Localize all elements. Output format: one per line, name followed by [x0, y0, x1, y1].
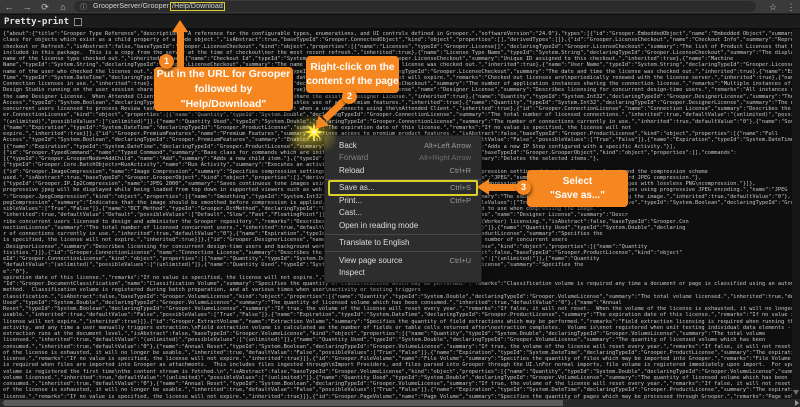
menu-item-label: Inspect: [339, 268, 365, 277]
url-text: GrooperServer/Grooper/Help/Download: [93, 3, 225, 10]
code-line: the same Designer License. When Attended…: [3, 94, 792, 100]
code-line: "(unlimited)","possibleValues":["(unlimi…: [3, 119, 792, 125]
menu-item-label: Translate to English: [339, 238, 409, 247]
code-line: license will not expire.","inherited":tr…: [3, 319, 792, 325]
step3-callout: Select "Save as...": [527, 170, 628, 207]
menu-item-back[interactable]: Back Alt+Left Arrow: [325, 139, 481, 152]
menu-item-label: View page source: [339, 256, 402, 265]
step3-number-badge: 3: [516, 180, 531, 195]
menu-item-forward[interactable]: Forward Alt+Right Arrow: [325, 152, 481, 165]
menu-item-shortcut: Ctrl+P: [450, 196, 471, 205]
save-as-highlight-box: [328, 180, 478, 196]
step1-callout: Put in the URL for Grooper followed by "…: [154, 67, 293, 111]
code-line: er.ConnectionLicense","kind":"object","p…: [3, 112, 792, 118]
code-line: consumed.","inherited":true,"defaultValu…: [3, 344, 792, 350]
menu-item-label: Print...: [339, 196, 362, 205]
code-line: classification.","isAbstract":false,"bas…: [3, 294, 792, 300]
menu-separator: [325, 251, 481, 252]
code-line: is required when files are imported into…: [3, 362, 792, 368]
code-line: volume is registered the first time\nthe…: [3, 369, 792, 375]
browser-toolbar: ← → ⟳ ⌂ ⓘ GrooperServer/Grooper/Help/Dow…: [0, 0, 800, 14]
menu-item-label: Forward: [339, 153, 368, 162]
menu-item-reload[interactable]: Reload Ctrl+R: [325, 164, 481, 177]
url-prefix: GrooperServer/Grooper: [93, 3, 169, 10]
menu-separator: [325, 234, 481, 235]
menu-item-label: Reload: [339, 166, 364, 175]
menu-item-shortcut: Ctrl+U: [450, 256, 471, 265]
step2-callout: Right-click on the content of the page: [306, 56, 399, 93]
step1-text-line2: followed by "Help/Download": [154, 82, 293, 112]
menu-item-inspect[interactable]: Inspect: [325, 267, 481, 280]
browser-window: ← → ⟳ ⌂ ⓘ GrooperServer/Grooper/Help/Dow…: [0, 0, 800, 407]
scroll-right-arrow-icon[interactable]: [795, 400, 799, 406]
horizontal-scrollbar[interactable]: [0, 399, 800, 407]
step3-text-line1: Select: [527, 175, 628, 189]
back-icon[interactable]: ←: [0, 0, 18, 14]
menu-item-view-page-source[interactable]: View page source Ctrl+U: [325, 254, 481, 267]
pretty-print-bar: Pretty-print: [0, 15, 800, 29]
menu-item-shortcut: Alt+Right Arrow: [419, 153, 471, 162]
step1-text-line1: Put in the URL for Grooper: [154, 67, 293, 82]
code-line: licensed.","inherited":true,"defaultValu…: [3, 337, 792, 343]
step1-number-badge: 1: [159, 54, 174, 69]
menu-item-cast[interactable]: Cast...: [325, 207, 481, 220]
step2-text-line1: Right-click on the: [306, 61, 399, 75]
context-menu: Back Alt+Left Arrow Forward Alt+Right Arrow…: [324, 135, 482, 283]
forward-icon[interactable]: →: [18, 0, 36, 14]
menu-item-translate-to-english[interactable]: Translate to English: [325, 237, 481, 250]
menu-item-shortcut: Ctrl+R: [450, 166, 471, 175]
step3-text-line2: "Save as...": [527, 189, 628, 203]
menu-item-label: Open in reading mode: [339, 221, 418, 230]
home-icon[interactable]: ⌂: [54, 0, 72, 14]
step2-number-badge: 2: [342, 89, 357, 104]
menu-item-shortcut: Alt+Left Arrow: [424, 141, 471, 150]
code-line: of the license is exhausted, it will no …: [3, 387, 792, 393]
pretty-print-label: Pretty-print: [4, 17, 69, 27]
reload-icon[interactable]: ⟳: [36, 0, 54, 14]
bookmark-star-icon[interactable]: ☆: [764, 0, 782, 14]
scroll-down-arrow-icon[interactable]: [793, 390, 799, 395]
address-bar[interactable]: ⓘ GrooperServer/Grooper/Help/Download: [74, 1, 756, 12]
horizontal-scrollbar-thumb[interactable]: [4, 400, 563, 406]
pretty-print-checkbox[interactable]: [74, 18, 82, 26]
code-line: usable.","inherited":true,"defaultValue"…: [3, 312, 792, 318]
url-highlight-box: /Help/Download: [170, 2, 225, 11]
menu-item-label: Cast...: [339, 208, 362, 217]
site-info-icon[interactable]: ⓘ: [80, 2, 87, 12]
code-line: checkout or Refresh.","isAbstract":false…: [3, 44, 792, 50]
kebab-menu-icon[interactable]: ⋮: [782, 0, 800, 14]
step3-arrow-icon: [477, 179, 489, 195]
code-line: class for objects which exist as a child…: [3, 37, 792, 43]
step2-text-line2: content of the page: [306, 75, 399, 89]
menu-item-open-in-reading-mode[interactable]: Open in reading mode: [325, 219, 481, 232]
vertical-scrollbar[interactable]: [792, 29, 800, 399]
menu-item-label: Back: [339, 141, 357, 150]
step1-arrow-shaft: [177, 31, 184, 69]
